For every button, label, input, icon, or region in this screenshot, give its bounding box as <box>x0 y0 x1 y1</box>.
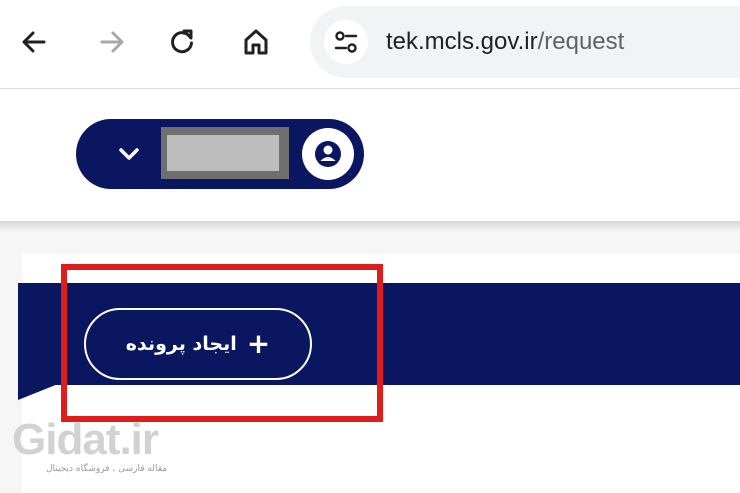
reload-button[interactable] <box>162 22 202 62</box>
watermark-subtitle: مقاله فارسی ، فروشگاه دیجیتال <box>46 464 168 474</box>
url-host: tek.mcls.gov.ir <box>386 28 538 55</box>
url-path: /request <box>537 28 625 55</box>
back-button[interactable] <box>14 22 54 62</box>
tune-icon <box>334 31 358 53</box>
site-header <box>0 89 740 221</box>
site-info-button[interactable] <box>324 20 368 64</box>
back-arrow-icon <box>22 31 46 53</box>
watermark-logo: Gidat.ir <box>12 415 159 464</box>
address-bar[interactable]: tek.mcls.gov.ir/request <box>310 6 740 78</box>
reload-icon <box>171 29 193 54</box>
user-icon <box>315 141 341 167</box>
user-menu[interactable] <box>76 119 364 189</box>
home-icon <box>244 29 268 55</box>
home-button[interactable] <box>236 22 276 62</box>
forward-button[interactable] <box>92 22 132 62</box>
chevron-down-icon <box>116 141 142 167</box>
url-text: tek.mcls.gov.ir/request <box>386 28 624 56</box>
user-name-redacted <box>161 127 289 179</box>
forward-arrow-icon <box>100 31 124 53</box>
watermark: Gidat.ir مقاله فارسی ، فروشگاه دیجیتال <box>12 418 172 488</box>
highlight-box <box>61 264 383 422</box>
header-shadow <box>0 221 740 231</box>
browser-toolbar: tek.mcls.gov.ir/request <box>0 0 740 89</box>
banner-tail <box>18 384 58 400</box>
avatar <box>302 128 354 180</box>
